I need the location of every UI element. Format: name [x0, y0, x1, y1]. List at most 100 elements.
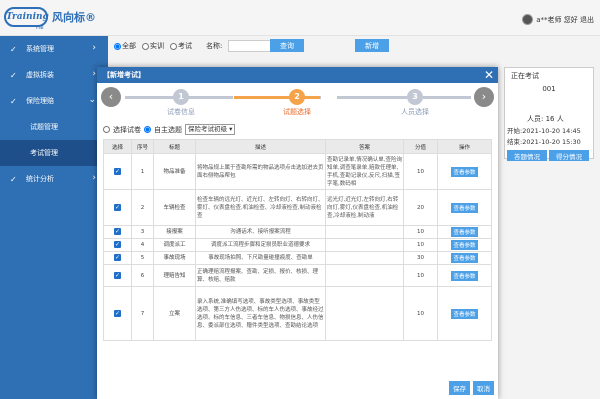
level-select[interactable]: 保险考试初级 ▾ — [185, 124, 236, 135]
row-checkbox[interactable]: ✓ — [114, 241, 121, 248]
sidebar-item-virtual[interactable]: ✓ 虚拟拆装 › — [0, 62, 108, 88]
query-button[interactable]: 查询 — [270, 39, 304, 52]
radio-self-select[interactable] — [144, 126, 151, 133]
step-circle-1[interactable]: 1 — [173, 89, 189, 105]
sidebar-item-label: 试题管理 — [30, 123, 58, 131]
row-no: 5 — [131, 251, 154, 265]
row-no: 1 — [131, 153, 154, 190]
next-step-button[interactable]: › — [474, 87, 494, 107]
sidebar-item-stats[interactable]: ✓ 统计分析 › — [0, 166, 108, 192]
view-params-button[interactable]: 查看参数 — [451, 202, 478, 213]
step-track-3 — [234, 96, 320, 99]
cancel-button[interactable]: 取消 — [473, 381, 494, 395]
row-checkbox[interactable]: ✓ — [114, 271, 121, 279]
row-score: 10 — [403, 264, 438, 287]
radio-label: 选择试卷 — [113, 125, 141, 134]
table-row: ✓ 7 立案 录入系统,准确填写选项、事故类型选项、事故类型选项、第三方人伤选项… — [103, 286, 492, 341]
user-greeting[interactable]: a**老师 您好 退出 — [536, 15, 594, 25]
step-number: 2 — [294, 92, 300, 101]
people-count: 人员: 16 人 — [527, 115, 564, 123]
view-params-button[interactable]: 查看参数 — [451, 308, 478, 319]
row-checkbox[interactable]: ✓ — [114, 203, 121, 211]
row-title: 事故现场 — [153, 251, 196, 265]
view-params-button[interactable]: 查看参数 — [451, 227, 478, 237]
col-header: 分值 — [403, 139, 438, 154]
sidebar-item-label: 保险理赔 — [26, 97, 54, 105]
exam-status-panel: 正在考试 001 人员: 16 人 开始:2021-10-20 14:45 结束… — [504, 67, 594, 161]
view-params-button[interactable]: 查看参数 — [451, 240, 478, 250]
row-desc: 正确理赔流程报案、查勘、定损、报价、核损、理算、核赔、赔款 — [195, 264, 326, 287]
row-score: 30 — [403, 251, 438, 265]
step-track-5 — [423, 96, 471, 99]
prev-step-button[interactable]: ‹ — [101, 87, 121, 107]
row-score: 10 — [403, 286, 438, 341]
sidebar-item-label: 系统管理 — [26, 45, 54, 53]
step-number: 1 — [178, 92, 184, 101]
filter-radio-all[interactable]: 全部 — [114, 41, 136, 51]
step-label-3: 人员选择 — [401, 108, 429, 116]
row-title: 车辆检查 — [153, 189, 196, 226]
step-track-4 — [337, 96, 407, 99]
row-checkbox[interactable]: ✓ — [114, 167, 121, 175]
row-checkbox[interactable]: ✓ — [114, 228, 121, 235]
step-label-2: 试题选择 — [283, 108, 311, 116]
table-row: ✓ 5 事故现场 事故现场拍照、下尺勘量碰撞痕度、查勘单 30 查看参数 — [103, 251, 492, 265]
row-answer — [325, 251, 404, 265]
row-no: 2 — [131, 189, 154, 226]
view-params-button[interactable]: 查看参数 — [451, 253, 478, 263]
radio-label: 实训 — [150, 42, 164, 50]
answer-status-button[interactable]: 答题情况 — [507, 150, 547, 161]
col-header: 操作 — [437, 139, 492, 154]
score-status-button[interactable]: 得分情况 — [549, 150, 589, 161]
row-checkbox[interactable]: ✓ — [114, 309, 121, 317]
sidebar-item-label: 虚拟拆装 — [26, 71, 54, 79]
step-circle-3[interactable]: 3 — [407, 89, 423, 105]
row-desc: 录入系统,准确填写选项、事故类型选项、事故类型选项、第三方人伤选项、标的车人伤选… — [195, 286, 326, 341]
chevron-right-icon: › — [92, 173, 96, 183]
sidebar-sub-question[interactable]: 试题管理 — [0, 114, 108, 140]
check-icon: ✓ — [10, 44, 17, 54]
radio-practice[interactable] — [142, 42, 149, 50]
radio-all[interactable] — [114, 42, 121, 50]
radio-label: 自主选题 — [154, 125, 182, 134]
row-title: 立案 — [153, 286, 196, 341]
table-row: ✓ 3 接报案 沟通话术、接听报案流程 10 查看参数 — [103, 225, 492, 239]
sidebar-item-system[interactable]: ✓ 系统管理 › — [0, 36, 108, 62]
row-no: 7 — [131, 286, 154, 341]
view-params-button[interactable]: 查看参数 — [451, 270, 478, 281]
close-icon[interactable]: ✕ — [484, 67, 494, 83]
sidebar-item-insurance[interactable]: ✓ 保险理赔 ⌄ — [0, 88, 108, 114]
sidebar-item-label: 统计分析 — [26, 175, 54, 183]
step-number: 3 — [412, 92, 418, 101]
row-answer: 查勘记录单,情况确认单,查险询知单,调查笔录单,赔款任理单,手机,查勘记录仪,反… — [325, 153, 404, 190]
row-answer — [325, 286, 404, 341]
view-params-button[interactable]: 查看参数 — [451, 166, 478, 177]
row-score: 20 — [403, 189, 438, 226]
table-header-row: 选择 序号 标题 描述 答案 分值 操作 — [103, 139, 492, 154]
row-no: 3 — [131, 225, 154, 239]
row-score: 10 — [403, 238, 438, 252]
add-button[interactable]: 新增 — [355, 39, 389, 52]
row-score: 10 — [403, 225, 438, 239]
filter-radio-exam[interactable]: 考试 — [170, 41, 192, 51]
radio-select-paper[interactable] — [103, 126, 110, 133]
row-desc: 事故现场拍照、下尺勘量碰撞痕度、查勘单 — [195, 251, 326, 265]
modal-header: 【新增考试】 ✕ — [97, 67, 498, 83]
filter-radio-practice[interactable]: 实训 — [142, 41, 164, 51]
table-row: ✓ 4 调度派工 调度派工流程步骤和定损员职业道德要求 10 查看参数 — [103, 238, 492, 252]
chevron-right-icon: › — [481, 90, 487, 103]
row-checkbox[interactable]: ✓ — [114, 254, 121, 261]
logo: Training — [4, 7, 49, 27]
radio-exam[interactable] — [170, 42, 177, 50]
col-header: 标题 — [153, 139, 196, 154]
sidebar-sub-exam[interactable]: 考试管理 — [0, 140, 108, 166]
row-title: 调度派工 — [153, 238, 196, 252]
check-icon: ✓ — [10, 96, 17, 106]
step-circle-2[interactable]: 2 — [289, 89, 305, 105]
sidebar-item-label: 考试管理 — [30, 149, 58, 157]
sidebar: ✓ 系统管理 › ✓ 虚拟拆装 › ✓ 保险理赔 ⌄ 试题管理 考试管理 ✓ 统… — [0, 36, 108, 399]
row-title: 接报案 — [153, 225, 196, 239]
row-desc: 检查车辆的远光灯、近光灯、左转向灯、右转向灯、雾灯、仪表盘检查,机油检查、冷却液… — [195, 189, 326, 226]
save-button[interactable]: 保存 — [449, 381, 470, 395]
row-answer — [325, 225, 404, 239]
